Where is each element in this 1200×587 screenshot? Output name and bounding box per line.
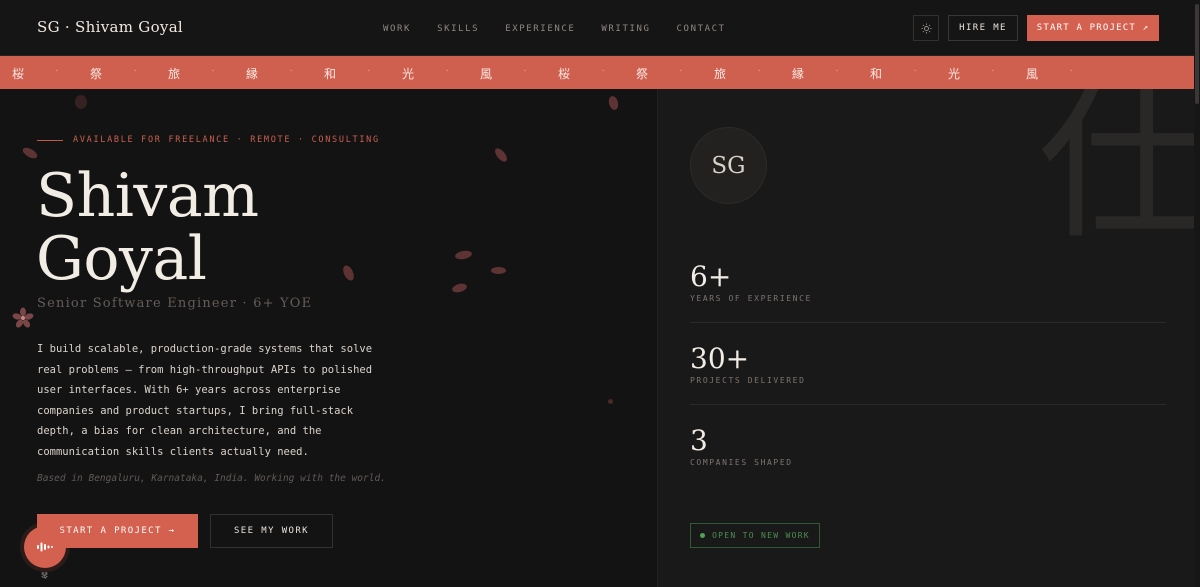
marquee-separator: · [289, 65, 293, 76]
marquee-separator: · [211, 65, 215, 76]
hero-name: Shivam Goyal [36, 165, 259, 291]
marquee-separator: · [913, 65, 917, 76]
stat-label: PROJECTS DELIVERED [690, 376, 806, 385]
stat-projects: 30+ PROJECTS DELIVERED [690, 342, 1166, 386]
avatar: SG [690, 127, 767, 204]
marquee-kanji: 縁 [791, 67, 804, 81]
marquee-separator: · [991, 65, 995, 76]
hero-bio: I build scalable, production-grade syste… [37, 339, 387, 463]
petal-decoration [21, 145, 39, 161]
availability-tag: AVAILABLE FOR FREELANCE · REMOTE · CONSU… [37, 135, 380, 145]
availability-text: AVAILABLE FOR FREELANCE · REMOTE · CONSU… [73, 135, 380, 145]
marquee-kanji: 桜 [11, 67, 24, 81]
petal-decoration [75, 95, 87, 109]
theme-toggle-button[interactable] [913, 15, 939, 41]
stat-value: 6+ [690, 260, 732, 293]
marquee-separator: · [133, 65, 137, 76]
bio-line: communication skills clients actually ne… [37, 445, 309, 458]
petal-decoration [607, 95, 620, 111]
marquee-kanji: 縁 [245, 67, 258, 81]
marquee-separator: · [757, 65, 761, 76]
marquee-kanji: 光 [947, 67, 960, 81]
hero-role: Senior Software Engineer · 6+ YOE [37, 296, 313, 311]
nav-link-writing[interactable]: WRITING [601, 24, 650, 34]
marquee-kanji: 祭 [635, 67, 648, 81]
nav-link-experience[interactable]: EXPERIENCE [505, 24, 575, 34]
status-text: OPEN TO NEW WORK [712, 531, 810, 540]
audio-toggle-button[interactable] [24, 526, 66, 568]
marquee-kanji: 風 [1025, 67, 1038, 81]
nav-link-work[interactable]: WORK [383, 24, 411, 34]
top-nav: SG · Shivam Goyal WORK SKILLS EXPERIENCE… [0, 0, 1200, 56]
petal-decoration [451, 282, 468, 294]
nav-link-contact[interactable]: CONTACT [677, 24, 726, 34]
bio-line: companies and product startups, I bring … [37, 404, 354, 417]
marquee-separator: · [367, 65, 371, 76]
petal-decoration [454, 249, 473, 261]
page-scrollbar[interactable] [1194, 0, 1200, 587]
stat-value: 3 [690, 424, 708, 457]
audio-wave-icon [37, 542, 53, 552]
bio-line: user interfaces. With 6+ years across en… [37, 384, 341, 397]
nav-link-skills[interactable]: SKILLS [437, 24, 479, 34]
stat-companies: 3 COMPANIES SHAPED [690, 424, 1166, 468]
marquee-separator: · [523, 65, 527, 76]
stat-value: 30+ [690, 342, 750, 375]
scrollbar-thumb[interactable] [1195, 4, 1199, 104]
hero-name-last: Goyal [36, 224, 207, 294]
marquee-kanji: 光 [401, 67, 414, 81]
marquee-separator: · [1069, 65, 1073, 76]
stats-panel: 仕 SG 6+ YEARS OF EXPERIENCE 30+ PROJECTS… [657, 89, 1200, 587]
bio-line: depth, a bias for clean architecture, an… [37, 425, 322, 438]
nav-links: WORK SKILLS EXPERIENCE WRITING CONTACT [383, 24, 752, 34]
marquee-kanji: 旅 [167, 67, 180, 81]
marquee-kanji: 旅 [713, 67, 726, 81]
petal-decoration [341, 263, 356, 283]
marquee-track: 桜 · 祭 · 旅 · 縁 · 和 · 光 · 風 · 桜 · 祭 · 旅 · 縁 · 和 · 光 · 風 · [0, 65, 1090, 82]
start-project-nav-button[interactable]: START A PROJECT ↗ [1027, 15, 1159, 41]
background-kanji: 仕 [1038, 89, 1200, 263]
kanji-marquee: 桜 · 祭 · 旅 · 縁 · 和 · 光 · 風 · 桜 · 祭 · 旅 · 縁 · 和 · 光 · 風 · [0, 56, 1200, 89]
marquee-separator: · [679, 65, 683, 76]
marquee-kanji: 和 [323, 67, 336, 81]
petal-decoration [608, 399, 613, 404]
bio-line: real problems — from high-throughput API… [37, 363, 373, 376]
availability-status-badge: OPEN TO NEW WORK [690, 523, 820, 548]
marquee-kanji: 祭 [89, 67, 102, 81]
sun-icon [920, 22, 932, 34]
hire-me-button[interactable]: HIRE ME [948, 15, 1018, 41]
status-dot [700, 533, 706, 538]
stat-label: COMPANIES SHAPED [690, 458, 793, 467]
petal-decoration [491, 267, 506, 274]
stat-divider [690, 404, 1166, 405]
marquee-separator: · [835, 65, 839, 76]
petal-decoration [492, 146, 510, 164]
marquee-kanji: 風 [479, 67, 492, 81]
marquee-kanji: 和 [869, 67, 882, 81]
marquee-separator: · [55, 65, 59, 76]
flower-icon [12, 307, 34, 328]
hero-section: AVAILABLE FOR FREELANCE · REMOTE · CONSU… [0, 89, 657, 587]
stat-divider [690, 322, 1166, 323]
marquee-separator: · [445, 65, 449, 76]
site-logo[interactable]: SG · Shivam Goyal [37, 18, 183, 36]
availability-line [37, 139, 63, 141]
marquee-kanji: 桜 [557, 67, 570, 81]
bio-line: I build scalable, production-grade syste… [37, 343, 373, 355]
see-my-work-button[interactable]: SEE MY WORK [210, 514, 333, 548]
stat-years: 6+ YEARS OF EXPERIENCE [690, 260, 1166, 304]
stat-label: YEARS OF EXPERIENCE [690, 294, 812, 303]
hero-name-first: Shivam [36, 161, 259, 231]
audio-label: 琴 [41, 572, 48, 580]
location-note: Based in Bengaluru, Karnataka, India. Wo… [37, 473, 386, 484]
marquee-separator: · [601, 65, 605, 76]
